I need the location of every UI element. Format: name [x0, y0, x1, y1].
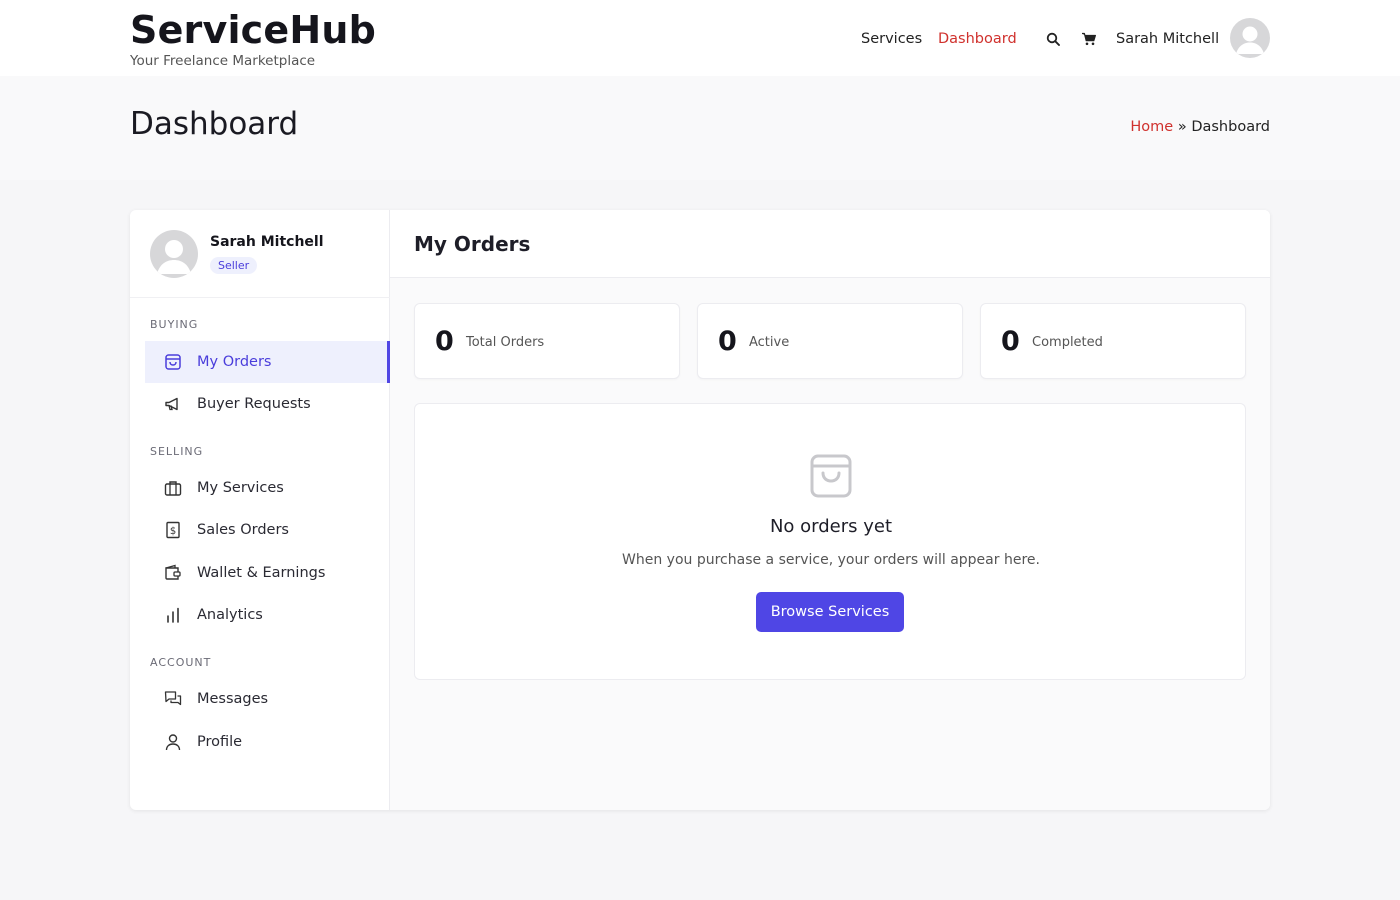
sidebar-item-sales-orders[interactable]: $ Sales Orders	[145, 509, 390, 551]
empty-title: No orders yet	[769, 516, 893, 537]
sidebar-item-messages[interactable]: Messages	[145, 678, 390, 720]
stat-value: 0	[435, 326, 454, 357]
nav-services[interactable]: Services	[861, 28, 922, 50]
stat-card-active: 0 Active	[697, 303, 963, 379]
stat-card-total-orders: 0 Total Orders	[414, 303, 680, 379]
page-title: Dashboard	[130, 106, 299, 142]
search-icon[interactable]	[1043, 28, 1063, 50]
avatar	[150, 230, 198, 278]
chat-icon	[163, 689, 183, 709]
section-label-account: ACCOUNT	[150, 656, 212, 669]
sidebar-item-label: Wallet & Earnings	[197, 565, 326, 581]
breadcrumb: Home » Dashboard	[1130, 119, 1270, 135]
receipt-icon: $	[163, 520, 183, 540]
sidebar-item-my-orders[interactable]: My Orders	[145, 341, 390, 383]
shopping-bag-icon	[163, 352, 183, 372]
nav-dashboard[interactable]: Dashboard	[938, 28, 1017, 50]
empty-description: When you purchase a service, your orders…	[622, 552, 1040, 568]
sidebar-item-my-services[interactable]: My Services	[145, 467, 390, 509]
shopping-bag-icon	[809, 452, 853, 500]
brand-logo[interactable]: ServiceHub	[130, 8, 376, 52]
sidebar: Sarah Mitchell Seller BUYING My Orders B…	[130, 210, 390, 810]
sidebar-item-label: My Services	[197, 480, 284, 496]
brand-tagline: Your Freelance Marketplace	[130, 53, 316, 69]
sidebar-item-buyer-requests[interactable]: Buyer Requests	[145, 383, 390, 425]
content-header: My Orders	[390, 210, 1270, 278]
role-badge: Seller	[210, 257, 258, 274]
briefcase-icon	[163, 478, 183, 498]
svg-text:$: $	[170, 526, 176, 537]
site-header: ServiceHub Your Freelance Marketplace Se…	[0, 0, 1400, 76]
breadcrumb-current: Dashboard	[1191, 119, 1270, 135]
empty-state: No orders yet When you purchase a servic…	[414, 403, 1246, 680]
content-title: My Orders	[414, 232, 531, 256]
stat-label: Completed	[1032, 335, 1103, 350]
section-label-selling: SELLING	[150, 445, 204, 458]
stat-card-completed: 0 Completed	[980, 303, 1246, 379]
stat-value: 0	[718, 326, 737, 357]
stat-label: Total Orders	[466, 335, 545, 350]
browse-services-button[interactable]: Browse Services	[756, 592, 904, 632]
bar-chart-icon	[163, 605, 183, 625]
sidebar-item-label: Sales Orders	[197, 522, 289, 538]
breadcrumb-separator: »	[1177, 119, 1187, 135]
content-panel: My Orders 0 Total Orders 0 Active 0 Comp…	[390, 210, 1270, 810]
sidebar-item-label: Analytics	[197, 607, 263, 623]
wallet-icon	[163, 563, 183, 583]
sidebar-profile: Sarah Mitchell Seller	[130, 210, 390, 298]
stat-label: Active	[749, 335, 790, 350]
sidebar-item-profile[interactable]: Profile	[145, 721, 390, 763]
sidebar-item-wallet-earnings[interactable]: Wallet & Earnings	[145, 552, 390, 594]
user-icon	[163, 732, 183, 752]
stat-value: 0	[1001, 326, 1020, 357]
sidebar-item-label: Buyer Requests	[197, 396, 311, 412]
sidebar-item-analytics[interactable]: Analytics	[145, 594, 390, 636]
sidebar-item-label: Messages	[197, 691, 269, 707]
sidebar-item-label: Profile	[197, 734, 243, 750]
dashboard-card: Sarah Mitchell Seller BUYING My Orders B…	[130, 210, 1270, 810]
sidebar-item-label: My Orders	[197, 354, 272, 370]
megaphone-icon	[163, 394, 183, 414]
avatar[interactable]	[1230, 18, 1270, 58]
page-header: Dashboard Home » Dashboard	[0, 76, 1400, 180]
user-menu[interactable]: Sarah Mitchell	[1116, 28, 1219, 50]
section-label-buying: BUYING	[150, 318, 199, 331]
profile-name: Sarah Mitchell	[210, 234, 324, 250]
breadcrumb-home[interactable]: Home	[1130, 119, 1173, 135]
cart-icon[interactable]	[1079, 28, 1099, 50]
